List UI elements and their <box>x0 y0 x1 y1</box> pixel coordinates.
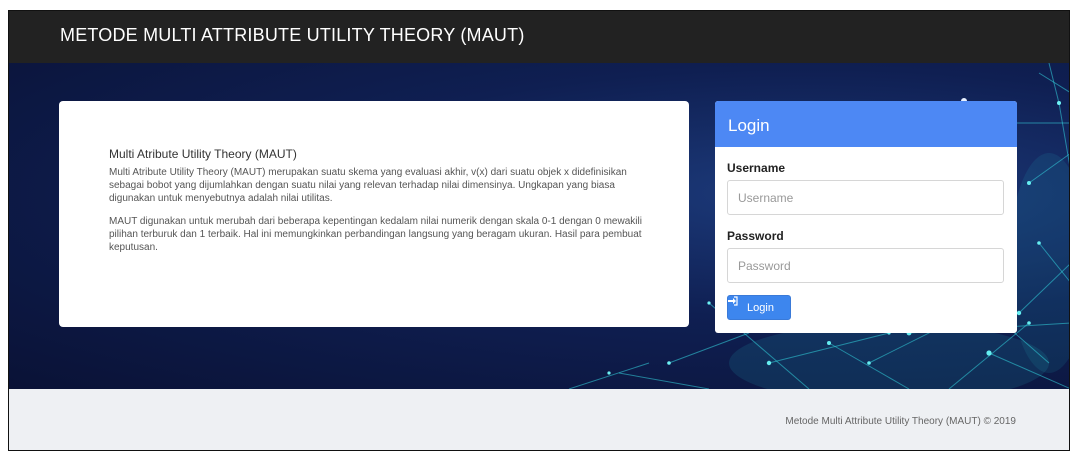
login-panel-header: Login <box>715 101 1017 147</box>
navbar: METODE MULTI ATTRIBUTE UTILITY THEORY (M… <box>9 11 1069 64</box>
username-input[interactable] <box>727 180 1004 215</box>
password-label: Password <box>727 229 784 243</box>
navbar-brand[interactable]: METODE MULTI ATTRIBUTE UTILITY THEORY (M… <box>60 25 525 46</box>
info-card: Multi Atribute Utility Theory (MAUT) Mul… <box>59 101 689 327</box>
info-paragraph-2: MAUT digunakan untuk merubah dari bebera… <box>109 216 642 253</box>
login-button[interactable]: Login <box>727 295 791 320</box>
hero-background: Multi Atribute Utility Theory (MAUT) Mul… <box>9 63 1069 389</box>
login-button-label: Login <box>747 301 774 314</box>
login-panel: Login Username Password Login <box>715 101 1017 333</box>
info-title: Multi Atribute Utility Theory (MAUT) <box>109 147 297 161</box>
footer-copyright: Metode Multi Attribute Utility Theory (M… <box>785 416 1016 427</box>
password-input[interactable] <box>727 248 1004 283</box>
info-paragraph-1: Multi Atribute Utility Theory (MAUT) mer… <box>109 167 627 204</box>
page-frame: METODE MULTI ATTRIBUTE UTILITY THEORY (M… <box>8 10 1070 451</box>
footer: Metode Multi Attribute Utility Theory (M… <box>9 389 1069 450</box>
username-label: Username <box>727 161 786 175</box>
